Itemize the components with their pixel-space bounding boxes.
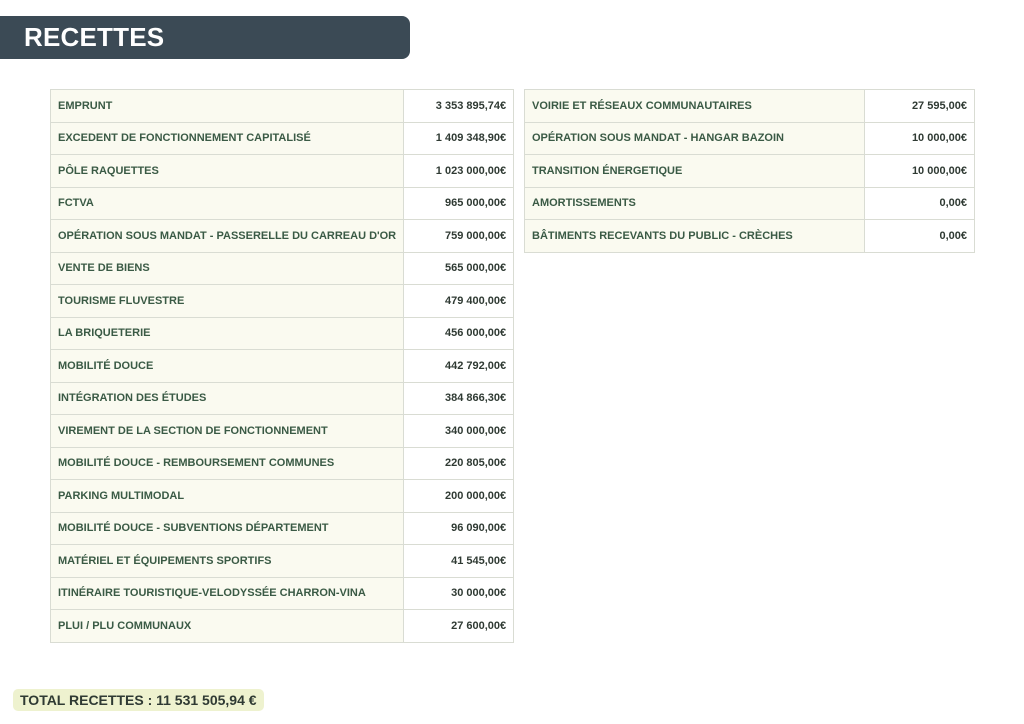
row-label: PLUI / PLU COMMUNAUX <box>49 609 405 643</box>
row-amount: 220 805,00€ <box>403 446 515 480</box>
row-label: PÔLE RAQUETTES <box>49 154 405 188</box>
row-amount: 41 545,00€ <box>403 544 515 578</box>
table-row: VIREMENT DE LA SECTION DE FONCTIONNEMENT… <box>49 414 515 448</box>
row-label: EMPRUNT <box>49 89 405 123</box>
row-amount: 10 000,00€ <box>864 154 975 188</box>
table-row: FCTVA 965 000,00€ <box>49 186 515 220</box>
table-row: MOBILITÉ DOUCE 442 792,00€ <box>49 349 515 383</box>
table-row: MATÉRIEL ET ÉQUIPEMENTS SPORTIFS 41 545,0… <box>49 544 515 578</box>
row-label: EXCEDENT DE FONCTIONNEMENT CAPITALISÉ <box>49 121 405 155</box>
table-row: MOBILITÉ DOUCE - REMBOURSEMENT COMMUNES 2… <box>49 446 515 480</box>
table-row: EMPRUNT 3 353 895,74€ <box>49 89 515 123</box>
row-label: LA BRIQUETERIE <box>49 316 405 350</box>
table-row: ITINÉRAIRE TOURISTIQUE-VELODYSSÉE CHARRO… <box>49 576 515 610</box>
table-row: PLUI / PLU COMMUNAUX 27 600,00€ <box>49 609 515 643</box>
table-row: INTÉGRATION DES ÉTUDES 384 866,30€ <box>49 381 515 415</box>
row-label: MOBILITÉ DOUCE - REMBOURSEMENT COMMUNES <box>49 446 405 480</box>
row-label: MOBILITÉ DOUCE <box>49 349 405 383</box>
total-revenue: TOTAL RECETTES : 11 531 505,94 € <box>13 689 264 711</box>
page-title: RECETTES D’INVESTISSEMENT <box>0 16 410 95</box>
row-label: OPÉRATION SOUS MANDAT - HANGAR BAZOIN <box>524 121 865 155</box>
table-row: VENTE DE BIENS 565 000,00€ <box>49 251 515 285</box>
row-amount: 30 000,00€ <box>403 576 515 610</box>
row-label: PARKING MULTIMODAL <box>49 479 405 513</box>
table-row: MOBILITÉ DOUCE - SUBVENTIONS DÉPARTEMENT… <box>49 511 515 545</box>
row-amount: 0,00€ <box>864 186 975 220</box>
table-row: OPÉRATION SOUS MANDAT - PASSERELLE DU CA… <box>49 219 515 253</box>
row-label: AMORTISSEMENTS <box>524 186 865 220</box>
row-label: TRANSITION ÉNERGETIQUE <box>524 154 865 188</box>
row-label: VENTE DE BIENS <box>49 251 405 285</box>
row-amount: 442 792,00€ <box>403 349 515 383</box>
row-amount: 759 000,00€ <box>403 219 515 253</box>
table-row: VOIRIE ET RÉSEAUX COMMUNAUTAIRES 27 595,0… <box>524 89 975 123</box>
row-label: VIREMENT DE LA SECTION DE FONCTIONNEMENT <box>49 414 405 448</box>
table-row: EXCEDENT DE FONCTIONNEMENT CAPITALISÉ 1 4… <box>49 121 515 155</box>
row-amount: 1 409 348,90€ <box>403 121 515 155</box>
row-amount: 27 600,00€ <box>403 609 515 643</box>
row-amount: 96 090,00€ <box>403 511 515 545</box>
row-amount: 10 000,00€ <box>864 121 975 155</box>
row-label: MATÉRIEL ET ÉQUIPEMENTS SPORTIFS <box>49 544 405 578</box>
row-amount: 479 400,00€ <box>403 284 515 318</box>
table-row: PÔLE RAQUETTES 1 023 000,00€ <box>49 154 515 188</box>
row-label: OPÉRATION SOUS MANDAT - PASSERELLE DU CA… <box>49 219 405 253</box>
row-label: VOIRIE ET RÉSEAUX COMMUNAUTAIRES <box>524 89 865 123</box>
row-amount: 0,00€ <box>864 219 975 253</box>
table-row: TRANSITION ÉNERGETIQUE 10 000,00€ <box>524 154 975 188</box>
row-amount: 3 353 895,74€ <box>403 89 515 123</box>
row-amount: 565 000,00€ <box>403 251 515 285</box>
row-amount: 965 000,00€ <box>403 186 515 220</box>
row-label: ITINÉRAIRE TOURISTIQUE-VELODYSSÉE CHARRO… <box>49 576 405 610</box>
row-label: INTÉGRATION DES ÉTUDES <box>49 381 405 415</box>
row-amount: 340 000,00€ <box>403 414 515 448</box>
table-row: AMORTISSEMENTS 0,00€ <box>524 186 975 220</box>
table-row: TOURISME FLUVESTRE 479 400,00€ <box>49 284 515 318</box>
table-row: PARKING MULTIMODAL 200 000,00€ <box>49 479 515 513</box>
row-label: TOURISME FLUVESTRE <box>49 284 405 318</box>
row-amount: 384 866,30€ <box>403 381 515 415</box>
row-label: FCTVA <box>49 186 405 220</box>
row-label: BÂTIMENTS RECEVANTS DU PUBLIC - CRÈCHES <box>524 219 865 253</box>
row-amount: 27 595,00€ <box>864 89 975 123</box>
row-label: MOBILITÉ DOUCE - SUBVENTIONS DÉPARTEMENT <box>49 511 405 545</box>
table-row: OPÉRATION SOUS MANDAT - HANGAR BAZOIN 10 … <box>524 121 975 155</box>
table-row: LA BRIQUETERIE 456 000,00€ <box>49 316 515 350</box>
row-amount: 456 000,00€ <box>403 316 515 350</box>
row-amount: 200 000,00€ <box>403 479 515 513</box>
table-row: BÂTIMENTS RECEVANTS DU PUBLIC - CRÈCHES 0… <box>524 219 975 253</box>
revenue-table-right: VOIRIE ET RÉSEAUX COMMUNAUTAIRES 27 595,0… <box>524 89 975 253</box>
revenue-table-left: EMPRUNT 3 353 895,74€ EXCEDENT DE FONCTION… <box>49 89 515 643</box>
row-amount: 1 023 000,00€ <box>403 154 515 188</box>
